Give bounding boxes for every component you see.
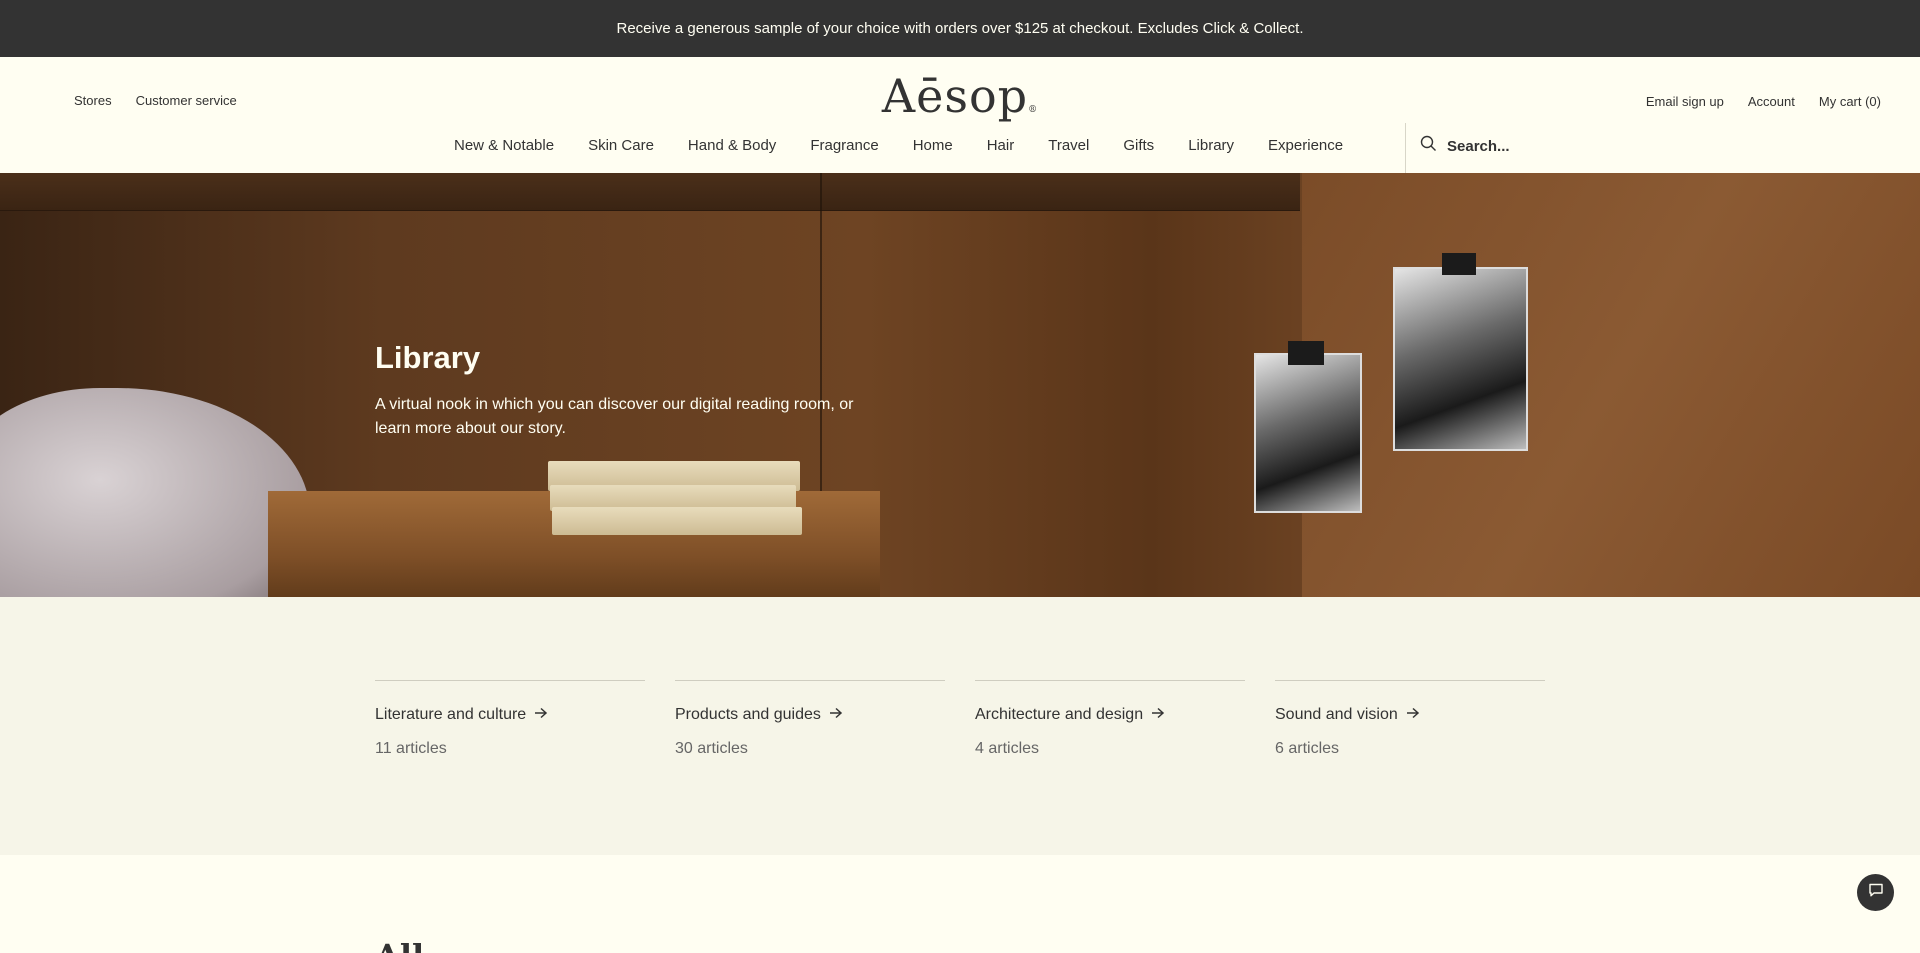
search-icon[interactable]: [1420, 135, 1437, 157]
category-article-count: 4 articles: [975, 740, 1040, 757]
arrow-right-icon: [534, 706, 548, 724]
nav-item-skin-care[interactable]: Skin Care: [588, 137, 654, 154]
logo-registered-mark: ®: [1028, 105, 1039, 115]
hero-pillow-image: [0, 388, 310, 597]
nav-item-gifts[interactable]: Gifts: [1123, 137, 1154, 154]
arrow-right-icon: [1151, 706, 1165, 724]
hero-photo-print: [1254, 353, 1362, 513]
category-article-count: 11 articles: [375, 740, 447, 757]
nav-item-hair[interactable]: Hair: [987, 137, 1015, 154]
hero-description: A virtual nook in which you can discover…: [375, 396, 854, 437]
category-card[interactable]: Architecture and design 4 articles: [975, 680, 1245, 758]
category-title-text: Literature and culture: [375, 706, 527, 723]
logo-wordmark: Aēsop: [881, 69, 1029, 123]
hero-photo-print: [1393, 267, 1528, 451]
search-box: [1420, 135, 1597, 157]
hero-banner: Library A virtual nook in which you can …: [0, 173, 1920, 597]
nav-item-hand-body[interactable]: Hand & Body: [688, 137, 776, 154]
chat-button[interactable]: [1857, 874, 1894, 911]
utility-nav-right: Email sign up Account My cart (0): [1646, 94, 1881, 109]
category-title[interactable]: Sound and vision: [1275, 706, 1545, 724]
email-signup-link[interactable]: Email sign up: [1646, 94, 1724, 109]
chat-icon: [1868, 882, 1884, 903]
search-input[interactable]: [1447, 137, 1597, 155]
nav-item-home[interactable]: Home: [913, 137, 953, 154]
category-title[interactable]: Architecture and design: [975, 706, 1245, 724]
category-card[interactable]: Literature and culture 11 articles: [375, 680, 645, 758]
site-logo[interactable]: Aēsop®: [882, 69, 1038, 123]
hero-photo-clip: [1288, 341, 1324, 365]
nav-item-new-notable[interactable]: New & Notable: [454, 137, 554, 154]
category-article-count: 30 articles: [675, 740, 748, 757]
hero-book-image: [552, 507, 802, 535]
hero-photo-clip: [1442, 253, 1476, 275]
category-title-text: Products and guides: [675, 706, 821, 723]
category-title[interactable]: Literature and culture: [375, 706, 645, 724]
promo-text: Receive a generous sample of your choice…: [616, 20, 1304, 37]
stores-link[interactable]: Stores: [74, 93, 112, 108]
arrow-right-icon: [1406, 706, 1420, 724]
articles-section: All: [0, 855, 1920, 953]
arrow-right-icon: [829, 706, 843, 724]
nav-item-fragrance[interactable]: Fragrance: [810, 137, 878, 154]
category-article-count: 6 articles: [1275, 740, 1340, 757]
hero-title: Library: [375, 340, 481, 375]
category-card[interactable]: Sound and vision 6 articles: [1275, 680, 1545, 758]
section-heading: All: [375, 937, 424, 953]
main-nav: New & Notable Skin Care Hand & Body Frag…: [454, 137, 1377, 154]
promo-banner: Receive a generous sample of your choice…: [0, 0, 1920, 57]
cart-link[interactable]: My cart (0): [1819, 94, 1881, 109]
customer-service-link[interactable]: Customer service: [136, 93, 237, 108]
nav-item-experience[interactable]: Experience: [1268, 137, 1343, 154]
utility-nav-left: Stores Customer service: [74, 93, 237, 108]
site-header: Stores Customer service Aēsop® Email sig…: [0, 57, 1920, 173]
category-title[interactable]: Products and guides: [675, 706, 945, 724]
category-title-text: Architecture and design: [975, 706, 1144, 723]
nav-divider: [1405, 123, 1406, 173]
account-link[interactable]: Account: [1748, 94, 1795, 109]
library-categories: Literature and culture 11 articles Produ…: [0, 597, 1920, 855]
hero-wood-beam: [0, 173, 1300, 211]
category-card[interactable]: Products and guides 30 articles: [675, 680, 945, 758]
nav-item-travel[interactable]: Travel: [1048, 137, 1089, 154]
category-title-text: Sound and vision: [1275, 706, 1398, 723]
nav-item-library[interactable]: Library: [1188, 137, 1234, 154]
